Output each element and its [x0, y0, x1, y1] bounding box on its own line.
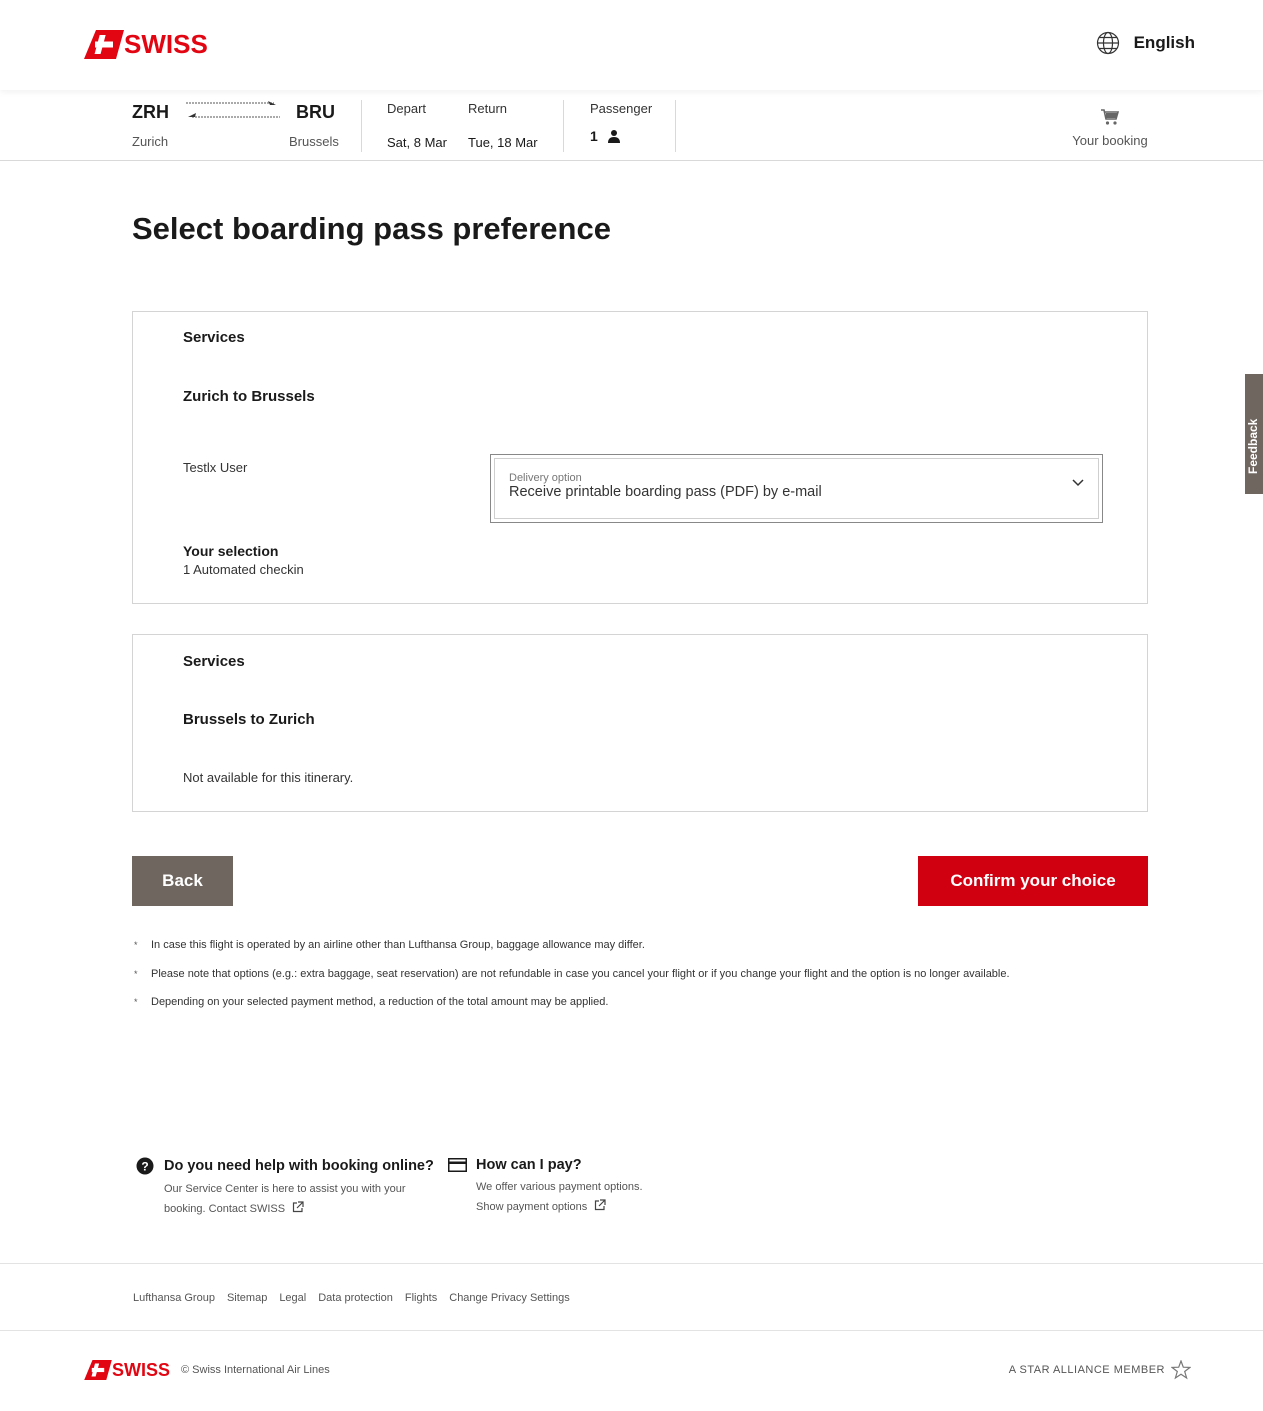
- payment-help: How can I pay? We offer various payment …: [448, 1157, 643, 1217]
- summary-divider: [361, 100, 362, 152]
- footer-logo-text: SWISS: [112, 1360, 171, 1380]
- star-alliance-icon: [1171, 1360, 1191, 1380]
- passenger-label: Passenger: [590, 101, 653, 116]
- external-link-icon: [293, 1201, 304, 1213]
- footer-links: Lufthansa Group Sitemap Legal Data prote…: [0, 1263, 1263, 1331]
- delivery-option-value: Receive printable boarding pass (PDF) by…: [509, 484, 822, 500]
- footer-swiss-logo[interactable]: SWISS: [84, 1360, 170, 1380]
- payment-help-heading: How can I pay?: [448, 1157, 643, 1173]
- delivery-option-inner: Delivery option Receive printable boardi…: [494, 458, 1099, 519]
- footnote-item: * In case this flight is operated by an a…: [134, 938, 1134, 967]
- footnote-item: * Depending on your selected payment meth…: [134, 995, 1134, 1024]
- return-label: Return: [468, 101, 508, 116]
- star-alliance-badge: A STAR ALLIANCE MEMBER: [1009, 1360, 1191, 1380]
- swiss-flag-icon: [84, 1360, 112, 1380]
- depart-label: Depart: [387, 101, 427, 116]
- summary-divider: [675, 100, 676, 152]
- your-booking-label: Your booking: [1072, 133, 1148, 148]
- question-icon: ?: [136, 1157, 154, 1175]
- inbound-services-card: Services Brussels to Zurich Not availabl…: [132, 634, 1148, 812]
- contact-swiss-link[interactable]: Contact SWISS: [208, 1201, 304, 1215]
- swiss-flag-icon: [84, 30, 124, 59]
- page-title: Select boarding pass preference: [132, 211, 611, 246]
- destination-city: Brussels: [289, 134, 339, 149]
- footer-link-data-protection[interactable]: Data protection: [318, 1292, 393, 1304]
- your-selection-value: 1 Automated checkin: [183, 562, 304, 577]
- route-heading: Brussels to Zurich: [183, 711, 315, 728]
- asterisk-icon: *: [134, 940, 138, 950]
- destination-code: BRU: [296, 102, 335, 122]
- footer-link-flights[interactable]: Flights: [405, 1292, 437, 1304]
- show-payment-options-link[interactable]: Show payment options: [476, 1199, 606, 1213]
- outbound-services-card: Services Zurich to Brussels Testlx User …: [132, 311, 1148, 604]
- copyright-text: © Swiss International Air Lines: [181, 1364, 330, 1376]
- flight-summary: ZRH BRU Zurich Brussels Depart Sat, 8 Ma…: [0, 90, 1263, 161]
- footnote-text: Please note that options (e.g.: extra ba…: [151, 967, 1010, 980]
- passenger-count-value: 1: [590, 128, 598, 144]
- footnote-text: Depending on your selected payment metho…: [151, 996, 609, 1008]
- flight-route-icon: [186, 101, 280, 118]
- payment-help-text: We offer various payment options.: [476, 1181, 643, 1193]
- cart-icon: [1101, 109, 1120, 125]
- your-booking-cart[interactable]: Your booking: [1070, 108, 1150, 148]
- footnote-text: In case this flight is operated by an ai…: [151, 939, 645, 951]
- delivery-option-select[interactable]: Delivery option Receive printable boardi…: [490, 454, 1103, 523]
- not-available-message: Not available for this itinerary.: [183, 770, 354, 785]
- booking-help-text-2: booking.: [164, 1203, 206, 1215]
- booking-help: ? Do you need help with booking online? …: [136, 1157, 434, 1219]
- depart-date: Sat, 8 Mar: [387, 135, 447, 150]
- confirm-choice-button[interactable]: Confirm your choice: [918, 856, 1148, 906]
- return-date: Tue, 18 Mar: [468, 135, 538, 150]
- passenger-count: 1: [590, 128, 621, 144]
- feedback-tab[interactable]: Feedback: [1245, 374, 1263, 494]
- summary-divider: [563, 100, 564, 152]
- star-alliance-label: A STAR ALLIANCE MEMBER: [1008, 1364, 1165, 1376]
- person-icon: [607, 130, 620, 143]
- booking-help-heading: ? Do you need help with booking online?: [136, 1157, 434, 1175]
- services-heading: Services: [183, 329, 245, 346]
- payment-help-body: We offer various payment options. Show p…: [476, 1177, 643, 1217]
- passenger-name: Testlx User: [183, 460, 248, 475]
- contact-swiss-label: Contact SWISS: [208, 1203, 286, 1215]
- credit-card-icon: [448, 1158, 467, 1172]
- language-selector[interactable]: English: [1096, 31, 1195, 55]
- booking-help-text: Our Service Center is here to assist you…: [164, 1183, 406, 1195]
- language-label: English: [1133, 33, 1195, 52]
- feedback-label: Feedback: [1246, 418, 1260, 474]
- top-header: SWISS English: [0, 0, 1263, 90]
- swiss-logo[interactable]: SWISS: [84, 30, 208, 59]
- asterisk-icon: *: [134, 997, 138, 1007]
- logo-text: SWISS: [124, 29, 208, 59]
- globe-icon: [1096, 31, 1119, 55]
- chevron-down-icon: [1072, 479, 1084, 487]
- footer-link-privacy-settings[interactable]: Change Privacy Settings: [449, 1292, 569, 1304]
- payment-help-title: How can I pay?: [476, 1157, 582, 1173]
- booking-help-title: Do you need help with booking online?: [164, 1158, 434, 1174]
- footer-link-lufthansa-group[interactable]: Lufthansa Group: [133, 1292, 215, 1304]
- footer-link-legal[interactable]: Legal: [279, 1292, 306, 1304]
- delivery-option-label: Delivery option: [509, 472, 582, 484]
- asterisk-icon: *: [134, 968, 138, 979]
- your-selection-heading: Your selection: [183, 543, 279, 559]
- show-payment-options-label: Show payment options: [476, 1201, 588, 1213]
- footer-link-sitemap[interactable]: Sitemap: [227, 1292, 267, 1304]
- bottom-bar: SWISS © Swiss International Air Lines A …: [0, 1331, 1263, 1411]
- origin-code: ZRH: [132, 102, 169, 122]
- footnotes: * In case this flight is operated by an a…: [134, 938, 1134, 1024]
- external-link-icon: [595, 1199, 606, 1211]
- services-heading: Services: [183, 653, 245, 670]
- booking-help-body: Our Service Center is here to assist you…: [164, 1179, 434, 1219]
- footer-link-list: Lufthansa Group Sitemap Legal Data prote…: [133, 1292, 582, 1304]
- back-button[interactable]: Back: [132, 856, 233, 906]
- origin-city: Zurich: [132, 134, 169, 149]
- footnote-item: * Please note that options (e.g.: extra b…: [134, 967, 1134, 996]
- svg-text:?: ?: [141, 1160, 148, 1174]
- route-heading: Zurich to Brussels: [183, 388, 315, 405]
